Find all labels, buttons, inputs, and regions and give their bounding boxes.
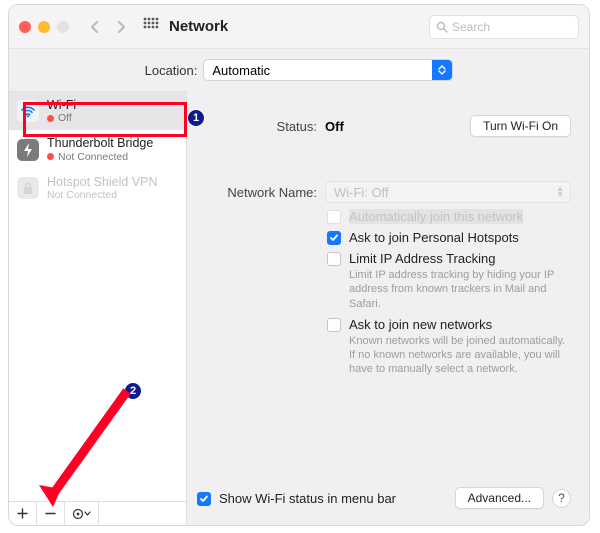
ask-personal-checkbox[interactable] — [327, 231, 341, 245]
main-pane: Status: Off Turn Wi-Fi On Network Name: … — [187, 91, 589, 525]
option-ask-personal-hotspots: Ask to join Personal Hotspots — [327, 230, 571, 245]
sidebar-item-wifi[interactable]: Wi-Fi Off — [9, 92, 186, 130]
sidebar-item-thunderbolt[interactable]: Thunderbolt Bridge Not Connected — [9, 130, 186, 168]
close-window-button[interactable] — [19, 21, 31, 33]
advanced-button[interactable]: Advanced... — [455, 487, 544, 509]
chevron-updown-icon: ▲▼ — [556, 186, 564, 198]
ask-new-help: Known networks will be joined automatica… — [349, 334, 571, 377]
limit-ip-checkbox[interactable] — [327, 252, 341, 266]
location-value: Automatic — [212, 63, 270, 78]
limit-ip-label: Limit IP Address Tracking — [349, 251, 571, 266]
sidebar-item-name: Hotspot Shield VPN — [47, 175, 157, 189]
titlebar: Network Search — [9, 5, 589, 49]
ask-personal-label: Ask to join Personal Hotspots — [349, 230, 519, 245]
services-sidebar: Wi-Fi Off Thunderbolt Bridge Not Connect… — [9, 91, 187, 525]
option-ask-new-networks: Ask to join new networks Known networks … — [327, 317, 571, 377]
sidebar-item-status: Not Connected — [47, 151, 153, 163]
window-title: Network — [169, 18, 228, 35]
status-dot-icon — [47, 153, 54, 160]
back-button[interactable] — [83, 15, 107, 39]
bottom-row: Show Wi-Fi status in menu bar Advanced..… — [197, 487, 571, 509]
network-name-label: Network Name: — [197, 185, 317, 200]
thunderbolt-icon — [17, 139, 39, 161]
add-service-button[interactable] — [9, 502, 37, 525]
sidebar-item-name: Thunderbolt Bridge — [47, 136, 153, 150]
help-button[interactable]: ? — [552, 489, 571, 508]
lock-icon — [17, 177, 39, 199]
ask-new-checkbox[interactable] — [327, 318, 341, 332]
show-all-button[interactable] — [143, 17, 159, 36]
show-menubar-label: Show Wi-Fi status in menu bar — [219, 491, 396, 506]
sidebar-item-name: Wi-Fi — [47, 98, 76, 112]
minimize-window-button[interactable] — [38, 21, 50, 33]
status-label: Status: — [197, 119, 317, 134]
location-select[interactable]: Automatic — [203, 59, 453, 81]
nav-buttons — [83, 15, 133, 39]
search-placeholder: Search — [452, 20, 490, 34]
sidebar-footer — [9, 501, 186, 525]
window-controls — [19, 21, 69, 33]
search-input[interactable]: Search — [429, 15, 579, 39]
network-name-value: Wi-Fi: Off — [334, 185, 389, 200]
options-list: Automatically join this network Ask to j… — [327, 209, 571, 377]
status-dot-icon — [47, 115, 54, 122]
content-area: Wi-Fi Off Thunderbolt Bridge Not Connect… — [9, 91, 589, 525]
sidebar-item-status: Not Connected — [47, 189, 157, 201]
option-limit-ip: Limit IP Address Tracking Limit IP addre… — [327, 251, 571, 311]
location-label: Location: — [145, 63, 198, 78]
network-name-row: Network Name: Wi-Fi: Off ▲▼ — [197, 181, 571, 203]
status-row: Status: Off Turn Wi-Fi On — [197, 115, 571, 137]
show-menubar-checkbox[interactable] — [197, 492, 211, 506]
remove-service-button[interactable] — [37, 502, 65, 525]
sidebar-item-status: Off — [47, 112, 76, 124]
wifi-icon — [17, 100, 39, 122]
preferences-window: Network Search Location: Automatic Wi- — [8, 4, 590, 526]
auto-join-checkbox — [327, 210, 341, 224]
search-icon — [436, 21, 448, 33]
limit-ip-help: Limit IP address tracking by hiding your… — [349, 268, 571, 311]
location-row: Location: Automatic — [9, 49, 589, 89]
option-auto-join: Automatically join this network — [327, 209, 571, 224]
service-actions-button[interactable] — [65, 502, 99, 525]
forward-button[interactable] — [109, 15, 133, 39]
ask-new-label: Ask to join new networks — [349, 317, 571, 332]
status-value: Off — [325, 119, 344, 134]
turn-wifi-on-button[interactable]: Turn Wi-Fi On — [470, 115, 571, 137]
auto-join-label: Automatically join this network — [349, 209, 523, 224]
zoom-window-button — [57, 21, 69, 33]
network-name-select[interactable]: Wi-Fi: Off ▲▼ — [325, 181, 571, 203]
select-arrows-icon — [432, 60, 452, 80]
sidebar-item-vpn[interactable]: Hotspot Shield VPN Not Connected — [9, 169, 186, 207]
